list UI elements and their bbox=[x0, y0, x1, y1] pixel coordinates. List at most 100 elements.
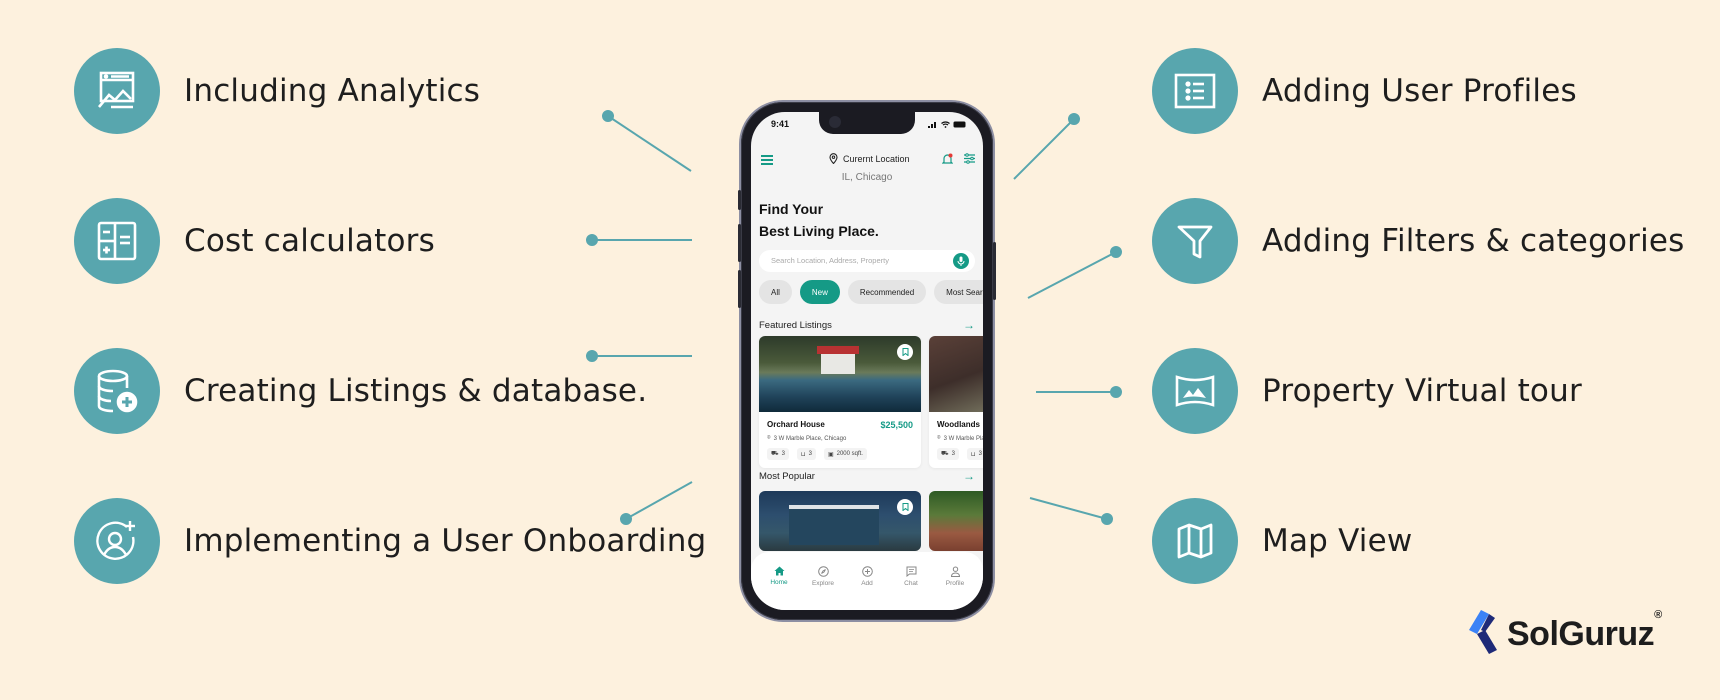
bed-icon: ⛟ bbox=[941, 451, 949, 457]
tab-add[interactable]: Add bbox=[847, 566, 887, 610]
chip-new[interactable]: New bbox=[799, 280, 840, 304]
area-size: ▣ 2000 sqft. bbox=[823, 448, 867, 460]
chip-all[interactable]: All bbox=[759, 280, 792, 304]
connector-dot bbox=[1110, 386, 1122, 398]
location-label: Curernt Location bbox=[843, 153, 910, 164]
solguruz-logo-icon bbox=[1469, 610, 1497, 654]
bookmark-icon bbox=[902, 348, 908, 356]
phone-side-button bbox=[738, 190, 741, 210]
phone-mockup: 9:41 Curernt Location IL, Chicago Find Y… bbox=[738, 102, 996, 620]
map-icon bbox=[1152, 498, 1238, 584]
location-pin-icon: ⌾ bbox=[937, 435, 941, 441]
search-input[interactable]: Search Location, Address, Property bbox=[759, 250, 975, 272]
tab-label: Add bbox=[861, 580, 873, 587]
feature-label: Adding Filters & categories bbox=[1262, 223, 1685, 259]
tab-label: Explore bbox=[811, 580, 835, 587]
status-time: 9:41 bbox=[771, 119, 790, 129]
status-icons bbox=[928, 119, 967, 129]
bookmark-button[interactable] bbox=[897, 499, 913, 515]
listing-price: $25,500 bbox=[880, 420, 913, 430]
database-add-icon bbox=[74, 348, 160, 434]
feature-listings-database: Creating Listings & database. bbox=[74, 348, 647, 434]
app-top-bar: Curernt Location bbox=[761, 152, 975, 168]
app-screen: 9:41 Curernt Location IL, Chicago Find Y… bbox=[751, 112, 983, 610]
listing-title: Orchard House bbox=[767, 420, 825, 429]
bath-icon: ⊔ bbox=[970, 451, 976, 458]
connector-dot bbox=[586, 234, 598, 246]
profile-list-icon bbox=[1152, 48, 1238, 134]
tab-label: Home bbox=[770, 579, 788, 586]
arrow-right-icon[interactable]: → bbox=[963, 469, 975, 483]
feature-user-onboarding: Implementing a User Onboarding bbox=[74, 498, 706, 584]
location-value: IL, Chicago bbox=[841, 172, 893, 183]
listing-meta: ⛟ 3 ⊔ 3 bbox=[937, 448, 983, 460]
phone-side-button bbox=[738, 270, 741, 308]
listing-title: Woodlands bbox=[937, 420, 980, 429]
bookmark-button[interactable] bbox=[897, 344, 913, 360]
connector-dot bbox=[1068, 113, 1080, 125]
bookmark-icon bbox=[902, 503, 908, 511]
tab-explore[interactable]: Explore bbox=[803, 566, 843, 610]
listing-card[interactable]: Woodlands ⌾3 W Marble Place, Chicago ⛟3 … bbox=[929, 336, 983, 468]
tab-label: Chat bbox=[904, 580, 918, 587]
address-text: 3 W Marble Place, Chicago bbox=[943, 435, 983, 442]
bath-icon: ⊔ bbox=[800, 451, 806, 458]
compass-icon bbox=[817, 566, 829, 577]
microphone-button[interactable] bbox=[953, 253, 969, 269]
popular-listing-card[interactable] bbox=[929, 491, 983, 551]
listing-meta: ⛟ 3 ⊔ 3 ▣ 2000 sqft. bbox=[767, 448, 867, 460]
panorama-icon bbox=[1152, 348, 1238, 434]
chip-most-searched[interactable]: Most Searched bbox=[934, 280, 983, 304]
category-chips: All New Recommended Most Searched bbox=[759, 280, 983, 304]
feature-user-profiles: Adding User Profiles bbox=[1152, 48, 1577, 134]
section-title: Featured Listings bbox=[759, 319, 832, 331]
filter-settings-icon[interactable] bbox=[964, 153, 975, 164]
feature-label: Creating Listings & database. bbox=[184, 373, 648, 409]
baths-count: ⊔ 3 bbox=[796, 448, 816, 460]
tab-chat[interactable]: Chat bbox=[891, 566, 931, 610]
analytics-chart-icon bbox=[74, 48, 160, 134]
hamburger-menu-icon[interactable] bbox=[761, 155, 773, 167]
filter-icon bbox=[1152, 198, 1238, 284]
beds-count: ⛟ 3 bbox=[767, 448, 789, 460]
notification-bell-icon[interactable] bbox=[942, 153, 953, 165]
listing-address: ⌾3 W Marble Place, Chicago bbox=[937, 435, 983, 442]
feature-label: Implementing a User Onboarding bbox=[184, 523, 707, 559]
listing-image bbox=[929, 336, 983, 412]
heading-line: Find Your bbox=[759, 201, 824, 217]
location-pin-icon bbox=[829, 153, 838, 164]
popular-listing-card[interactable] bbox=[759, 491, 921, 551]
feature-label: Map View bbox=[1262, 523, 1413, 559]
page-heading: Find Your Best Living Place. bbox=[759, 198, 879, 242]
search-placeholder: Search Location, Address, Property bbox=[771, 256, 889, 265]
tab-profile[interactable]: Profile bbox=[935, 566, 975, 610]
profile-icon bbox=[950, 566, 960, 577]
tab-home[interactable]: Home bbox=[759, 566, 799, 610]
phone-side-button bbox=[993, 242, 996, 300]
heading-line: Best Living Place. bbox=[759, 223, 879, 239]
feature-cost-calculators: Cost calculators bbox=[74, 198, 435, 284]
arrow-right-icon[interactable]: → bbox=[963, 318, 975, 332]
beds-count: ⛟ 3 bbox=[937, 448, 959, 460]
feature-map-view: Map View bbox=[1152, 498, 1412, 584]
microphone-icon bbox=[957, 256, 965, 266]
feature-filters-categories: Adding Filters & categories bbox=[1152, 198, 1685, 284]
add-circle-icon bbox=[861, 566, 873, 577]
feature-label: Adding User Profiles bbox=[1262, 73, 1577, 109]
listing-card[interactable]: Orchard House $25,500 ⌾ 3 W Marble Place,… bbox=[759, 336, 921, 468]
phone-side-button bbox=[738, 224, 741, 262]
house-shape bbox=[821, 352, 855, 374]
most-popular-header: Most Popular → bbox=[759, 469, 975, 483]
home-icon bbox=[774, 566, 784, 576]
section-title: Most Popular bbox=[759, 470, 815, 482]
connector-dot bbox=[1101, 513, 1113, 525]
registered-mark: ® bbox=[1654, 608, 1662, 621]
chip-recommended[interactable]: Recommended bbox=[847, 280, 927, 304]
current-location[interactable]: Curernt Location bbox=[829, 153, 910, 164]
chat-icon bbox=[906, 566, 916, 577]
calculator-icon bbox=[74, 198, 160, 284]
listing-image bbox=[759, 336, 921, 412]
feature-virtual-tour: Property Virtual tour bbox=[1152, 348, 1582, 434]
status-bar: 9:41 bbox=[771, 119, 967, 129]
signal-icon bbox=[928, 121, 936, 128]
